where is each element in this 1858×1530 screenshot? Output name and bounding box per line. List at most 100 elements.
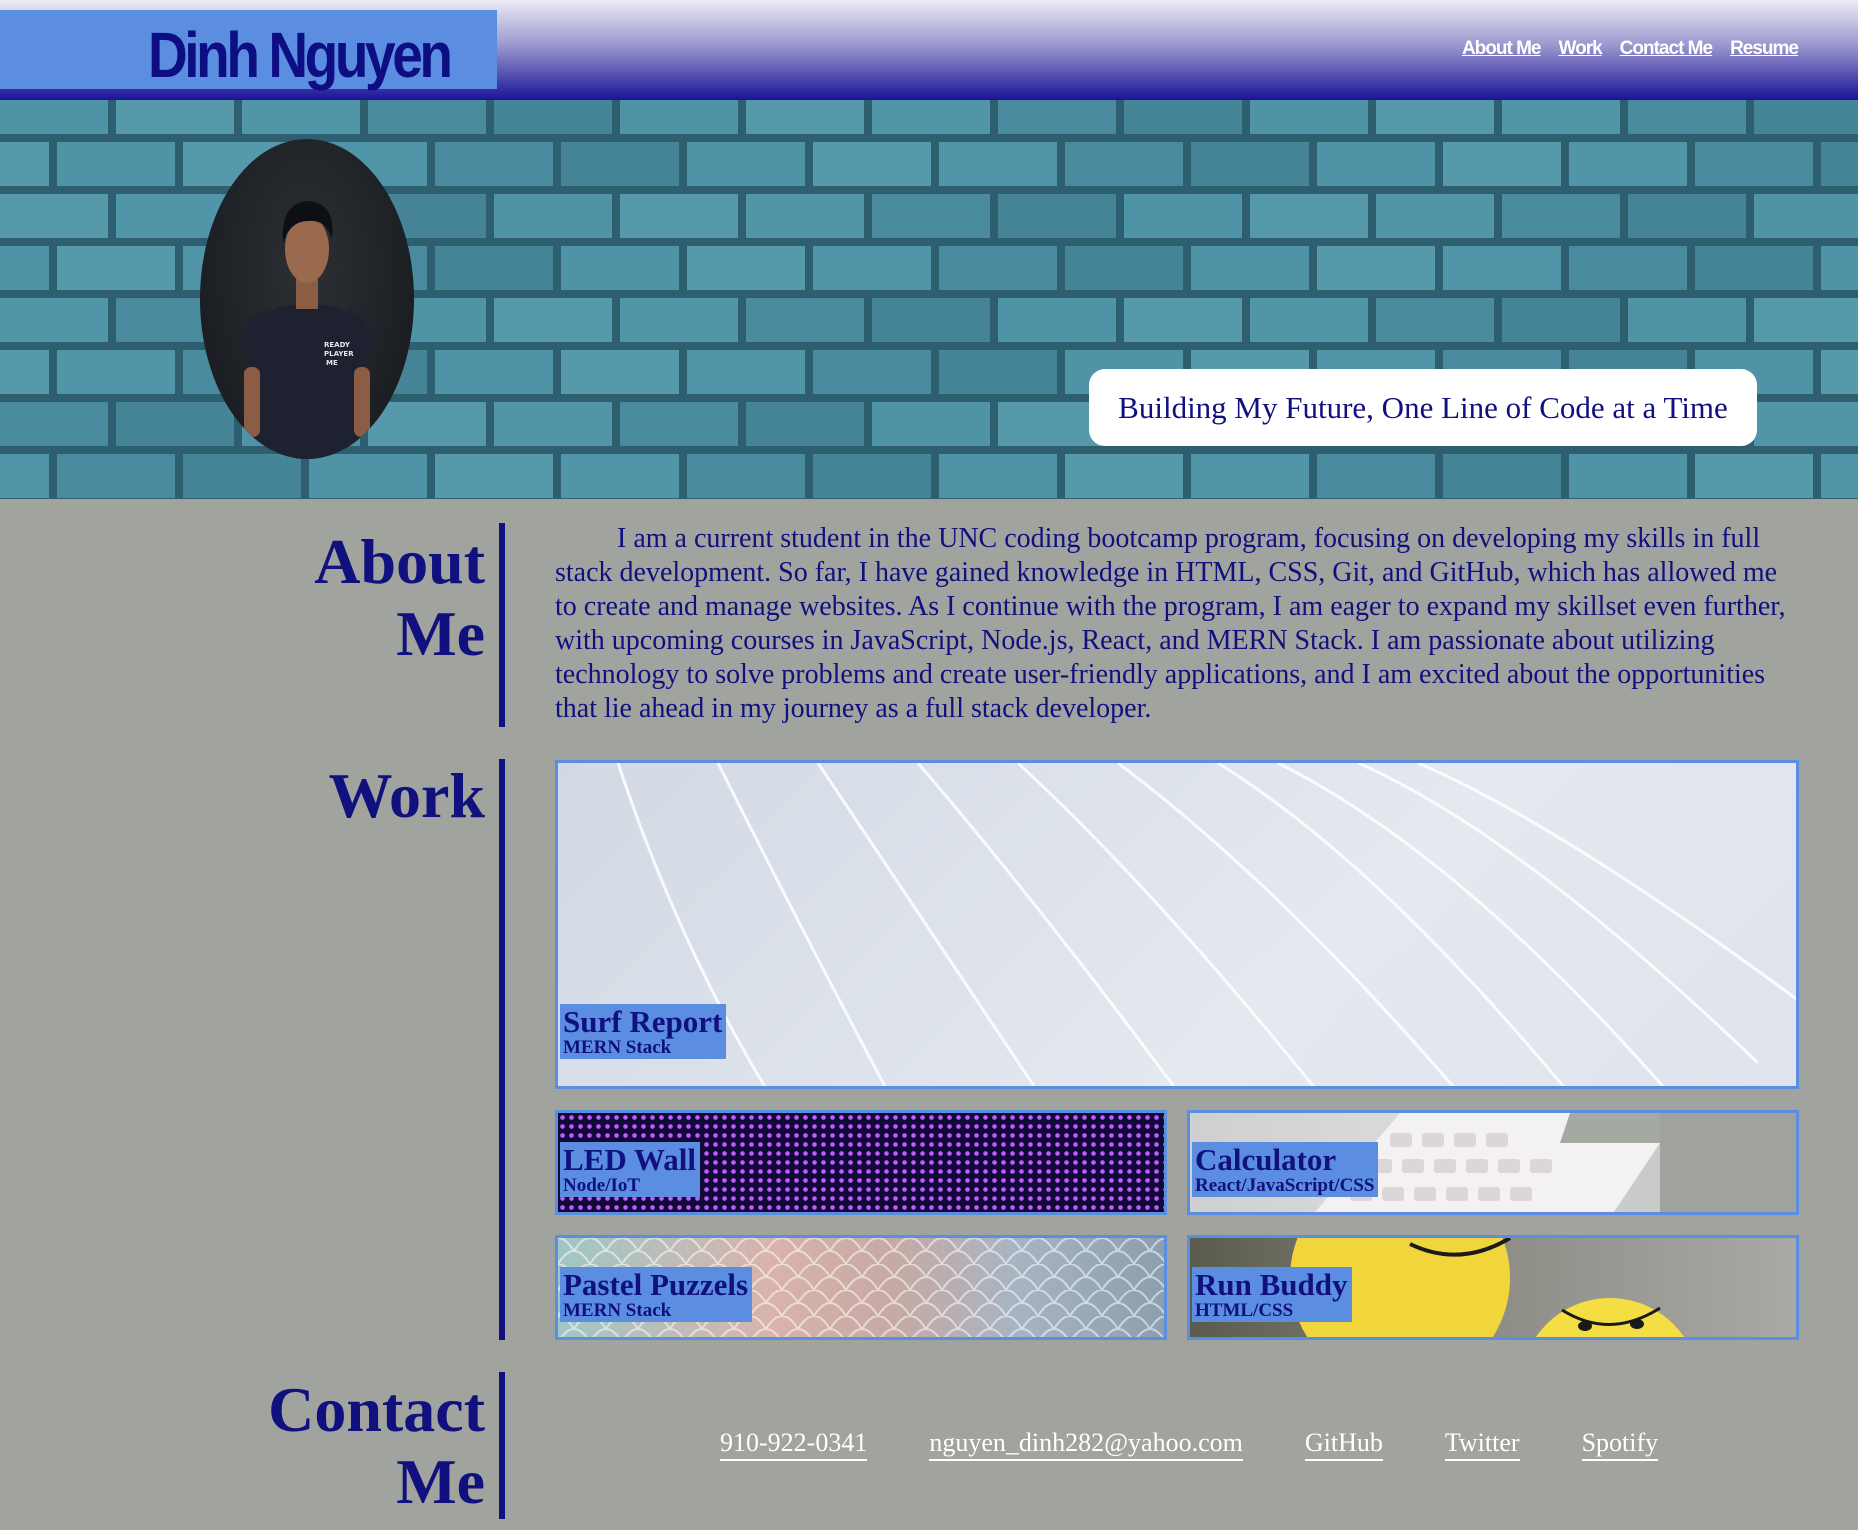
nav-about-me[interactable]: About Me — [1462, 38, 1542, 60]
contact-email-link[interactable]: nguyen_dinh282@yahoo.com — [929, 1428, 1243, 1461]
about-divider — [499, 523, 505, 727]
brick — [1754, 100, 1858, 134]
run-buddy-label: Run Buddy HTML/CSS — [1192, 1267, 1352, 1322]
tagline: Building My Future, One Line of Code at … — [1089, 369, 1757, 446]
project-card-run-buddy[interactable]: Run Buddy HTML/CSS — [1187, 1235, 1799, 1340]
brick — [561, 454, 679, 498]
brick — [435, 350, 553, 394]
name-banner: Dinh Nguyen — [0, 10, 497, 91]
brick — [0, 246, 49, 290]
svg-text:PLAYER: PLAYER — [324, 350, 354, 358]
main-nav: About Me Work Contact Me Resume — [1462, 38, 1799, 60]
contact-github-link[interactable]: GitHub — [1304, 1428, 1383, 1461]
project-title: Pastel Puzzels — [563, 1267, 749, 1302]
brick — [1376, 298, 1494, 342]
about-text: I am a current student in the UNC coding… — [555, 523, 1786, 724]
brick — [872, 298, 990, 342]
brick — [1250, 298, 1368, 342]
brick — [1250, 100, 1368, 134]
nav-resume[interactable]: Resume — [1730, 38, 1799, 60]
brick — [746, 194, 864, 238]
brick — [1695, 246, 1813, 290]
brick — [1376, 194, 1494, 238]
brick — [1821, 246, 1858, 290]
surf-report-label: Surf Report MERN Stack — [560, 1004, 727, 1059]
brick — [1065, 142, 1183, 186]
project-tech: MERN Stack — [563, 1300, 672, 1321]
project-title: Calculator — [1195, 1142, 1337, 1177]
brick — [1191, 246, 1309, 290]
brick — [494, 298, 612, 342]
brick — [494, 100, 612, 134]
brick — [1821, 350, 1858, 394]
brick — [1754, 194, 1858, 238]
brick — [687, 142, 805, 186]
brick — [1065, 454, 1183, 498]
brick — [687, 246, 805, 290]
brick — [57, 142, 175, 186]
brick — [1250, 194, 1368, 238]
brick — [561, 350, 679, 394]
about-title-line1: About — [314, 526, 485, 597]
brick — [494, 402, 612, 446]
brick — [1124, 298, 1242, 342]
calculator-label: Calculator React/JavaScript/CSS — [1192, 1142, 1379, 1197]
brick — [1754, 402, 1858, 446]
project-card-calculator[interactable]: Calculator React/JavaScript/CSS — [1187, 1110, 1799, 1215]
project-card-surf-report[interactable]: Surf Report MERN Stack — [555, 760, 1799, 1089]
site-header: Dinh Nguyen About Me Work Contact Me Res… — [0, 0, 1858, 100]
brick — [1754, 298, 1858, 342]
brick — [1502, 194, 1620, 238]
brick — [435, 454, 553, 498]
contact-twitter-link[interactable]: Twitter — [1444, 1428, 1520, 1461]
brick — [1124, 100, 1242, 134]
brick — [1695, 454, 1813, 498]
brick — [561, 142, 679, 186]
brick — [435, 246, 553, 290]
contact-divider — [499, 1372, 505, 1519]
brick — [872, 402, 990, 446]
contact-phone-link[interactable]: 910-922-0341 — [720, 1428, 868, 1461]
project-card-pastel-puzzels[interactable]: Pastel Puzzels MERN Stack — [555, 1235, 1167, 1340]
brick — [998, 100, 1116, 134]
brick — [1569, 142, 1687, 186]
brick — [0, 298, 108, 342]
contact-spotify-link[interactable]: Spotify — [1581, 1428, 1659, 1461]
surf-report-image — [616, 763, 1796, 1086]
svg-text:READY: READY — [324, 341, 351, 349]
contact-title-line1: Contact — [268, 1374, 485, 1445]
brick — [1502, 298, 1620, 342]
contact-title: Contact Me — [268, 1374, 485, 1518]
project-title: Surf Report — [563, 1004, 723, 1039]
brick — [57, 454, 175, 498]
brick — [561, 246, 679, 290]
brick — [1443, 142, 1561, 186]
brick — [435, 142, 553, 186]
nav-work[interactable]: Work — [1559, 38, 1603, 60]
brick — [1628, 298, 1746, 342]
brick — [687, 454, 805, 498]
project-card-led-wall[interactable]: LED Wall Node/IoT — [555, 1110, 1167, 1215]
nav-contact-me[interactable]: Contact Me — [1620, 38, 1713, 60]
brick — [1443, 246, 1561, 290]
brick — [939, 142, 1057, 186]
brick — [0, 194, 108, 238]
brick — [242, 100, 360, 134]
project-tech: React/JavaScript/CSS — [1195, 1175, 1375, 1196]
brick — [1628, 194, 1746, 238]
work-divider — [499, 759, 505, 1340]
brick — [813, 246, 931, 290]
brick — [998, 298, 1116, 342]
brick — [1191, 454, 1309, 498]
about-title-line2: Me — [396, 598, 485, 669]
brick — [1317, 246, 1435, 290]
project-title: LED Wall — [563, 1142, 696, 1177]
brick — [939, 454, 1057, 498]
svg-text:ME: ME — [326, 359, 338, 367]
brick — [620, 100, 738, 134]
brick — [116, 100, 234, 134]
brick — [746, 402, 864, 446]
hero-banner: READY PLAYER ME Building My Future, One … — [0, 100, 1858, 499]
brick — [0, 142, 49, 186]
brick — [620, 402, 738, 446]
